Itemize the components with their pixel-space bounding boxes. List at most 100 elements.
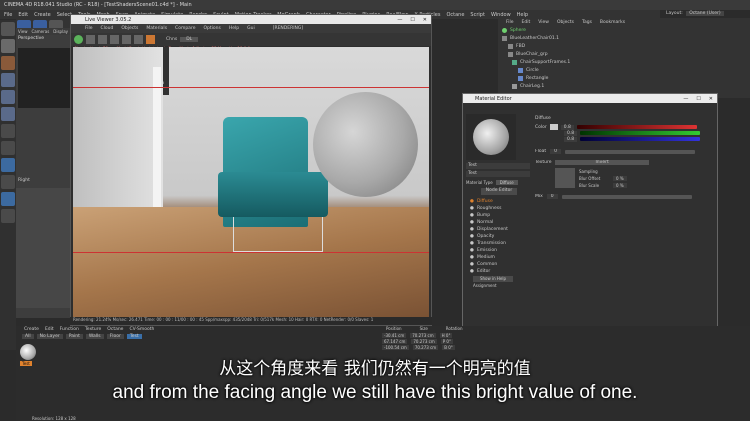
om-menu-view[interactable]: View — [538, 20, 549, 25]
channel-select[interactable]: DL — [180, 37, 199, 42]
channel-item[interactable]: ● Normal — [466, 219, 532, 226]
polygons-mode-icon[interactable] — [1, 107, 15, 121]
object-row[interactable]: Circle — [498, 66, 750, 74]
mix-slider[interactable] — [561, 194, 692, 199]
maximize-icon[interactable]: ☐ — [410, 17, 414, 23]
lv-menu-objects[interactable]: Objects — [121, 26, 138, 31]
channel-item[interactable]: ● Roughness — [466, 205, 532, 212]
material-preview[interactable] — [466, 114, 516, 160]
lv-menu-gui[interactable]: Gui — [247, 26, 255, 31]
mm-menu-create[interactable]: Create — [24, 327, 39, 332]
menu-script[interactable]: Script — [470, 12, 485, 18]
render-stop-icon[interactable] — [86, 35, 95, 44]
om-menu-objects[interactable]: Objects — [557, 20, 574, 25]
material-name-field-2[interactable]: Test — [466, 171, 530, 177]
channel-item[interactable]: ● Common — [466, 261, 532, 268]
lv-menu-options[interactable]: Options — [203, 26, 220, 31]
filter-walls[interactable]: Walls — [85, 334, 104, 339]
channel-item[interactable]: ● Editor — [466, 268, 532, 275]
om-menu-file[interactable]: File — [506, 20, 514, 25]
object-row[interactable]: ChairSupportFrames.1 — [498, 58, 750, 66]
object-row[interactable]: FBD — [498, 42, 750, 50]
lv-menu-compare[interactable]: Compare — [175, 26, 195, 31]
filter-floor[interactable]: Floor — [106, 334, 124, 339]
lv-menu-materials[interactable]: Materials — [146, 26, 167, 31]
texture-mode-icon[interactable] — [1, 56, 15, 70]
layout-value[interactable]: Octane (User) — [686, 11, 724, 16]
float-slider[interactable] — [565, 149, 695, 154]
channel-item[interactable]: ● Opacity — [466, 233, 532, 240]
blur-scale-field[interactable]: 0 % — [613, 183, 627, 188]
menu-octane[interactable]: Octane — [446, 12, 464, 18]
viewport-menu-view[interactable]: View — [18, 29, 28, 34]
color-b-slider[interactable] — [580, 137, 701, 141]
minimize-icon[interactable]: — — [397, 17, 402, 23]
points-mode-icon[interactable] — [1, 73, 15, 87]
channel-item[interactable]: ● Displacement — [466, 226, 532, 233]
object-row[interactable]: BlueLeatherChair01.1 — [498, 34, 750, 42]
menu-window[interactable]: Window — [491, 12, 511, 18]
color-r-field[interactable]: 0.8 — [560, 124, 574, 130]
menu-file[interactable]: File — [4, 12, 12, 18]
material-type-select[interactable]: Diffuse — [495, 180, 518, 185]
filter-all[interactable]: All — [22, 334, 34, 339]
om-menu-bookmarks[interactable]: Bookmarks — [600, 20, 625, 25]
edges-mode-icon[interactable] — [1, 90, 15, 104]
lock-icon[interactable] — [1, 192, 15, 206]
lv-menu-help[interactable]: Help — [229, 26, 239, 31]
om-menu-edit[interactable]: Edit — [522, 20, 531, 25]
lv-menu-file[interactable]: File — [85, 26, 93, 31]
model-mode-icon[interactable] — [1, 39, 15, 53]
layout-selector[interactable]: Layout: Octane (User) — [666, 11, 746, 18]
node-editor-button[interactable]: Node Editor — [481, 188, 517, 195]
mm-menu-octane[interactable]: Octane — [107, 327, 123, 332]
undo-icon[interactable] — [1, 22, 15, 36]
menu-create[interactable]: Create — [34, 12, 51, 18]
color-r-slider[interactable] — [576, 125, 697, 129]
filter-paint[interactable]: Paint — [65, 334, 83, 339]
workplane-icon[interactable] — [1, 175, 15, 189]
render-settings-icon[interactable] — [134, 35, 143, 44]
render-region-icon[interactable] — [122, 35, 131, 44]
channel-item[interactable]: ● Transmission — [466, 240, 532, 247]
render-pause-icon[interactable] — [98, 35, 107, 44]
render-start-icon[interactable] — [74, 35, 83, 44]
object-row[interactable]: ChairLeg.1 — [498, 82, 750, 90]
maximize-icon[interactable]: ☐ — [696, 96, 700, 102]
snap-icon[interactable] — [1, 158, 15, 172]
channel-item[interactable]: ● Medium — [466, 254, 532, 261]
filter-test[interactable]: Test — [126, 334, 142, 339]
render-image[interactable]: GTX 980 Ti(T)[5.2] %97 39°C GTX 980 Ti(T… — [73, 47, 429, 317]
axis-icon[interactable] — [1, 124, 15, 138]
mm-menu-cv-smooth[interactable]: CV-Smooth — [129, 327, 154, 332]
texture-button[interactable]: Invert — [555, 160, 649, 165]
color-g-field[interactable]: 0.8 — [564, 130, 578, 136]
mm-menu-edit[interactable]: Edit — [45, 327, 54, 332]
channel-item[interactable]: ● Bump — [466, 212, 532, 219]
object-row[interactable]: Sphere — [498, 26, 750, 34]
object-row[interactable]: Rectangle — [498, 74, 750, 82]
tweak-icon[interactable] — [1, 141, 15, 155]
assignment-label[interactable]: Assignment — [473, 283, 497, 288]
blur-offset-field[interactable]: 0 % — [613, 176, 627, 181]
render-refresh-icon[interactable] — [110, 35, 119, 44]
lv-menu-cloud[interactable]: Cloud — [101, 26, 114, 31]
om-menu-tags[interactable]: Tags — [582, 20, 592, 25]
viewport-menu-cameras[interactable]: Cameras — [32, 29, 50, 34]
object-row[interactable]: BlueChair_grp — [498, 50, 750, 58]
mm-menu-texture[interactable]: Texture — [85, 327, 101, 332]
perspective-viewport[interactable]: View Cameras Display Perspective Right — [16, 28, 72, 318]
mix-field[interactable]: 0 — [546, 194, 558, 199]
color-swatch[interactable] — [549, 124, 558, 130]
render-pick-icon[interactable] — [146, 35, 155, 44]
float-field[interactable]: 0 — [550, 149, 561, 154]
color-g-slider[interactable] — [580, 131, 701, 135]
grid-icon[interactable] — [1, 209, 15, 223]
menu-edit[interactable]: Edit — [18, 12, 28, 18]
color-b-field[interactable]: 0.8 — [564, 136, 578, 142]
show-in-help-button[interactable]: Show in Help — [473, 276, 513, 282]
channel-item[interactable]: ● Emission — [466, 247, 532, 254]
close-icon[interactable]: ✕ — [423, 17, 427, 23]
channel-item[interactable]: ● Diffuse — [466, 198, 532, 205]
filter-no-layer[interactable]: No Layer — [36, 334, 63, 339]
